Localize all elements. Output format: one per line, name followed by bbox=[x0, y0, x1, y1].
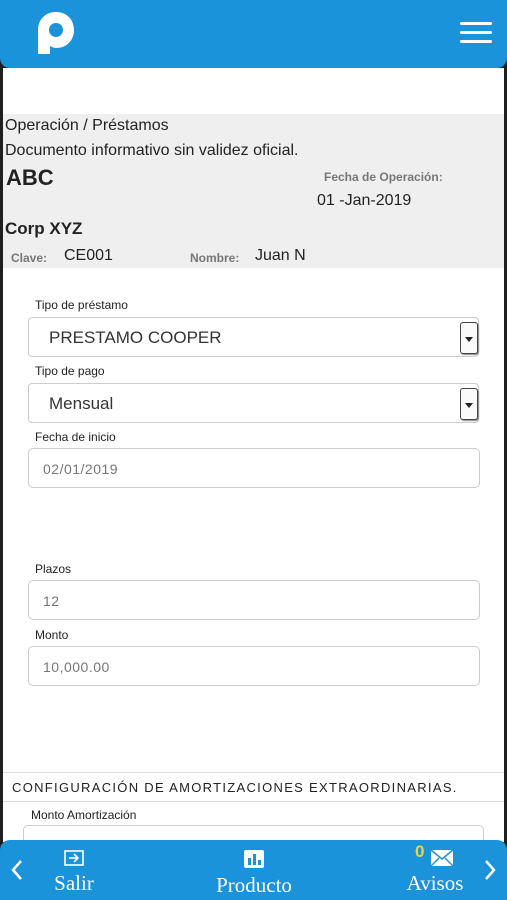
disclaimer-text: Documento informativo sin validez oficia… bbox=[5, 142, 299, 159]
amount-value: 10,000.00 bbox=[43, 659, 110, 675]
clave-value: CE001 bbox=[64, 247, 113, 264]
payment-type-label: Tipo de pago bbox=[35, 364, 105, 378]
top-bar bbox=[0, 0, 507, 68]
operation-info-panel: Operación / Préstamos Documento informat… bbox=[3, 114, 504, 268]
notices-count-badge: 0 bbox=[415, 842, 425, 861]
exit-button[interactable]: Salir bbox=[46, 850, 102, 896]
start-date-value: 02/01/2019 bbox=[43, 461, 119, 477]
terms-input[interactable]: 12 bbox=[28, 580, 480, 620]
breadcrumb: Operación / Préstamos bbox=[5, 117, 169, 134]
payment-type-value: Mensual bbox=[49, 394, 114, 413]
terms-label: Plazos bbox=[35, 562, 72, 576]
exit-label: Salir bbox=[54, 871, 94, 895]
chevron-left-icon[interactable] bbox=[10, 858, 24, 882]
p-logo-icon[interactable] bbox=[36, 10, 76, 56]
loan-type-value: PRESTAMO COOPER bbox=[49, 328, 222, 347]
bar-chart-icon bbox=[244, 850, 264, 868]
amount-label: Monto bbox=[35, 628, 69, 642]
payment-type-select[interactable]: Mensual bbox=[28, 383, 479, 423]
logout-icon bbox=[64, 850, 84, 866]
clave-label: Clave: bbox=[11, 251, 48, 265]
operation-date-value: 01 -Jan-2019 bbox=[317, 192, 412, 209]
chevron-down-icon[interactable] bbox=[460, 322, 478, 354]
chevron-right-icon[interactable] bbox=[483, 858, 497, 882]
hamburger-icon[interactable] bbox=[460, 22, 492, 44]
product-button[interactable]: Producto bbox=[206, 850, 302, 898]
start-date-input[interactable]: 02/01/2019 bbox=[28, 448, 480, 488]
bottom-nav: Salir Producto Avisos 0 bbox=[0, 840, 507, 900]
mail-icon bbox=[430, 849, 454, 867]
amortization-section-header: CONFIGURACIÓN DE AMORTIZACIONES EXTRAORD… bbox=[3, 772, 504, 802]
product-label: Producto bbox=[216, 873, 292, 897]
terms-value: 12 bbox=[43, 593, 60, 609]
client-name: Corp XYZ bbox=[5, 219, 83, 238]
amount-input[interactable]: 10,000.00 bbox=[28, 646, 480, 686]
operation-date-label: Fecha de Operación: bbox=[324, 170, 443, 184]
start-date-label: Fecha de inicio bbox=[35, 430, 116, 444]
nombre-value: Juan N bbox=[255, 247, 306, 264]
amortization-amount-label: Monto Amortización bbox=[31, 808, 137, 822]
loan-type-select[interactable]: PRESTAMO COOPER bbox=[28, 317, 479, 357]
chevron-down-icon[interactable] bbox=[460, 388, 478, 420]
loan-type-label: Tipo de préstamo bbox=[35, 298, 128, 312]
company-name: ABC bbox=[6, 165, 54, 190]
amortization-section-title: CONFIGURACIÓN DE AMORTIZACIONES EXTRAORD… bbox=[12, 780, 458, 795]
notices-button[interactable]: Avisos bbox=[402, 849, 468, 896]
notices-label: Avisos bbox=[406, 871, 464, 895]
main-content: Operación / Préstamos Documento informat… bbox=[3, 68, 504, 842]
nombre-label: Nombre: bbox=[190, 251, 240, 265]
